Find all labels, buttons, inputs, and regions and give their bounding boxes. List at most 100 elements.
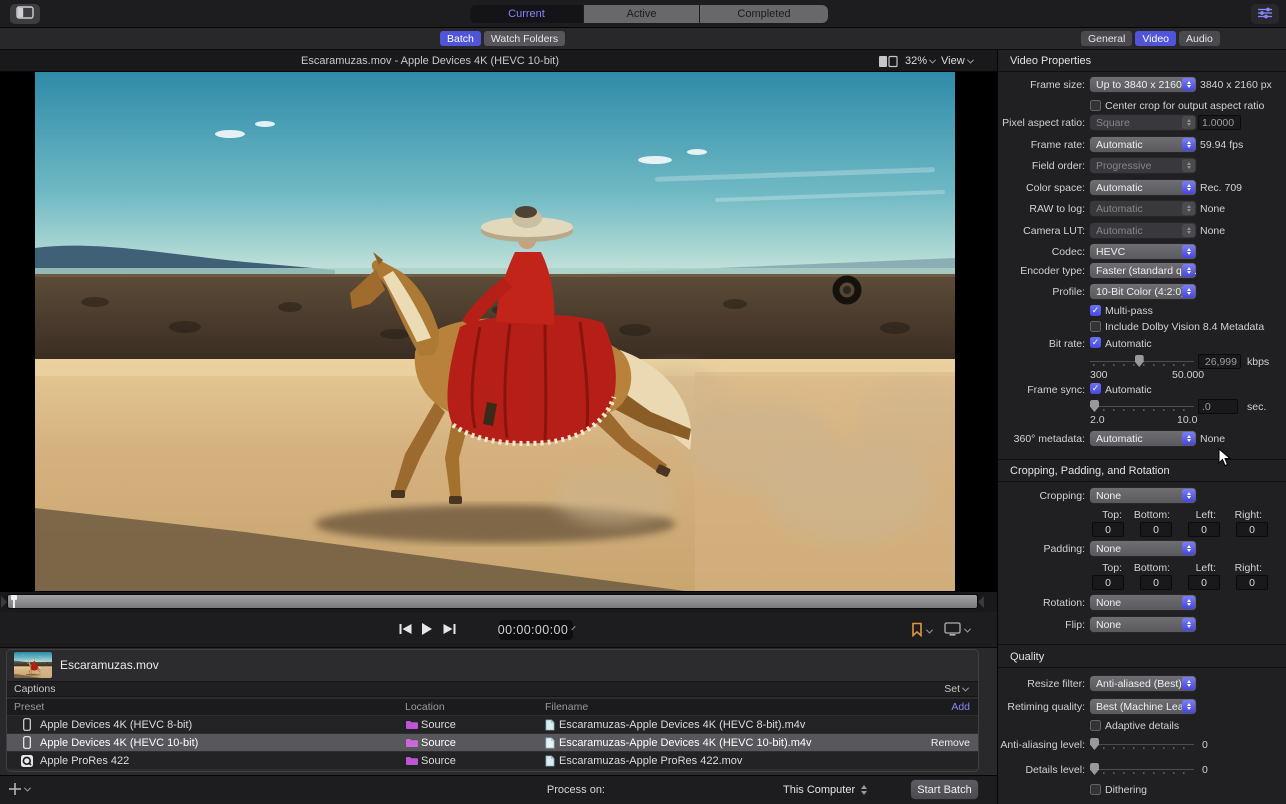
remove-preset-button[interactable]: Remove (931, 737, 970, 749)
tab-watch-folders[interactable]: Watch Folders (484, 31, 565, 46)
encoder-type-popup[interactable]: Faster (standard qua… (1090, 263, 1196, 278)
segment-active[interactable]: Active (584, 5, 700, 23)
frame-sync-field[interactable]: .0 (1198, 399, 1238, 414)
dithering-checkbox[interactable] (1090, 784, 1101, 795)
preset-name: Apple ProRes 422 (40, 755, 129, 767)
frame-sync-unit: sec. (1247, 401, 1266, 413)
raw-to-log-popup[interactable]: Automatic (1090, 201, 1196, 216)
pixel-aspect-popup[interactable]: Square (1090, 115, 1196, 130)
column-location: Location (405, 701, 445, 713)
captions-row: Captions Set (7, 681, 978, 697)
pad-bottom-field[interactable]: 0 (1140, 575, 1172, 590)
encoder-type-label: Encoder type: (1020, 265, 1085, 277)
field-order-popup[interactable]: Progressive (1090, 158, 1196, 173)
retiming-quality-popup[interactable]: Best (Machine Learni… (1090, 699, 1196, 714)
batch-item-header[interactable]: Escaramuzas.mov (7, 650, 978, 680)
start-batch-button[interactable]: Start Batch (911, 780, 978, 799)
previous-frame-button[interactable] (396, 622, 414, 638)
padding-popup[interactable]: None (1090, 541, 1196, 556)
preview-canvas (0, 72, 997, 592)
tab-audio[interactable]: Audio (1179, 31, 1220, 46)
inspector-tabs: General Video Audio (1081, 31, 1220, 46)
tab-video[interactable]: Video (1135, 31, 1176, 46)
split-view-button[interactable] (878, 55, 898, 71)
batch-area: Escaramuzas.mov Captions Set Preset Loca… (0, 648, 997, 776)
next-frame-button[interactable] (440, 622, 458, 638)
in-point-marker[interactable] (1, 596, 7, 608)
camera-lut-popup[interactable]: Automatic (1090, 223, 1196, 238)
display-icon (944, 622, 961, 639)
crop-bottom-field[interactable]: 0 (1140, 522, 1172, 537)
frame-sync-auto-checkbox[interactable]: ✓ (1090, 383, 1101, 394)
top-toolbar: Current Active Completed (0, 0, 1286, 28)
center-crop-checkbox[interactable] (1090, 100, 1101, 111)
add-output-button[interactable] (8, 782, 30, 799)
frame-size-label: Frame size: (1030, 79, 1085, 91)
add-preset-link[interactable]: Add (951, 701, 970, 713)
pad-top-field[interactable]: 0 (1092, 575, 1124, 590)
split-view-icon (878, 59, 898, 71)
captions-label: Captions (14, 683, 55, 695)
playhead[interactable] (10, 595, 19, 608)
cropping-popup[interactable]: None (1090, 488, 1196, 503)
meta360-popup[interactable]: Automatic (1090, 431, 1196, 446)
location-value: Source (421, 719, 456, 731)
display-dropdown[interactable] (944, 622, 970, 639)
pixel-aspect-field[interactable]: 1.0000 (1198, 115, 1241, 130)
color-space-label: Color space: (1026, 182, 1085, 194)
resize-filter-label: Resize filter: (1027, 678, 1085, 690)
captions-set-dropdown[interactable]: Set (944, 683, 968, 695)
pad-left-field[interactable]: 0 (1188, 575, 1220, 590)
pad-right-field[interactable]: 0 (1236, 575, 1268, 590)
frame-rate-popup[interactable]: Automatic (1090, 137, 1196, 152)
play-button[interactable] (418, 622, 436, 638)
anti-aliasing-slider[interactable] (1090, 737, 1194, 751)
rotation-popup[interactable]: None (1090, 595, 1196, 610)
view-dropdown[interactable]: View (941, 55, 973, 67)
tab-general[interactable]: General (1081, 31, 1132, 46)
multi-pass-checkbox[interactable]: ✓ (1090, 305, 1101, 316)
bit-rate-label: Bit rate: (1049, 338, 1085, 350)
crop-left-field[interactable]: 0 (1188, 522, 1220, 537)
codec-popup[interactable]: HEVC (1090, 244, 1196, 259)
out-point-marker[interactable] (978, 596, 984, 608)
dolby-vision-checkbox[interactable] (1090, 321, 1101, 332)
frame-sync-max: 10.0 (1177, 414, 1197, 426)
crop-top-label: Top: (1102, 509, 1122, 521)
frame-rate-detail: 59.94 fps (1200, 139, 1243, 151)
timecode-display[interactable]: 00:00:00:00 (499, 620, 573, 640)
crop-right-label: Right: (1235, 509, 1262, 521)
frame-sync-slider[interactable] (1090, 399, 1194, 413)
crop-right-field[interactable]: 0 (1236, 522, 1268, 537)
sidebar-toggle-button[interactable] (10, 4, 40, 24)
details-level-slider[interactable] (1090, 762, 1194, 776)
profile-popup[interactable]: 10-Bit Color (4:2:0) (1090, 284, 1196, 299)
marker-dropdown[interactable] (911, 622, 932, 640)
profile-label: Profile: (1052, 286, 1085, 298)
tab-batch[interactable]: Batch (440, 31, 481, 46)
adaptive-details-checkbox[interactable] (1090, 720, 1101, 731)
bit-rate-auto-checkbox[interactable]: ✓ (1090, 337, 1101, 348)
preset-row-1[interactable]: Apple Devices 4K (HEVC 8-bit) Source Esc… (7, 716, 978, 734)
bit-rate-slider[interactable] (1090, 354, 1194, 368)
color-space-popup[interactable]: Automatic (1090, 180, 1196, 195)
flip-popup[interactable]: None (1090, 617, 1196, 632)
frame-size-popup[interactable]: Up to 3840 x 2160 (1090, 77, 1196, 92)
inspector-toggle-button[interactable] (1251, 4, 1279, 24)
column-filename: Filename (545, 701, 588, 713)
crop-top-field[interactable]: 0 (1092, 522, 1124, 537)
timeline-scrubber[interactable] (8, 595, 977, 608)
preset-row-2-selected[interactable]: Apple Devices 4K (HEVC 10-bit) Source Es… (7, 734, 978, 752)
segment-current[interactable]: Current (470, 5, 584, 23)
process-target-dropdown[interactable]: This Computer (783, 784, 867, 796)
resize-filter-popup[interactable]: Anti-aliased (Best) (1090, 676, 1196, 691)
zoom-dropdown[interactable]: 32% (905, 55, 935, 67)
raw-to-log-detail: None (1200, 203, 1225, 215)
flip-label: Flip: (1065, 619, 1085, 631)
skip-back-icon (399, 623, 412, 638)
meta360-detail: None (1200, 433, 1225, 445)
bit-rate-field[interactable]: 26,999 (1198, 354, 1241, 369)
preset-row-3[interactable]: Apple ProRes 422 Source Escaramuzas-Appl… (7, 752, 978, 770)
segment-completed[interactable]: Completed (700, 5, 828, 23)
play-icon (421, 622, 433, 639)
